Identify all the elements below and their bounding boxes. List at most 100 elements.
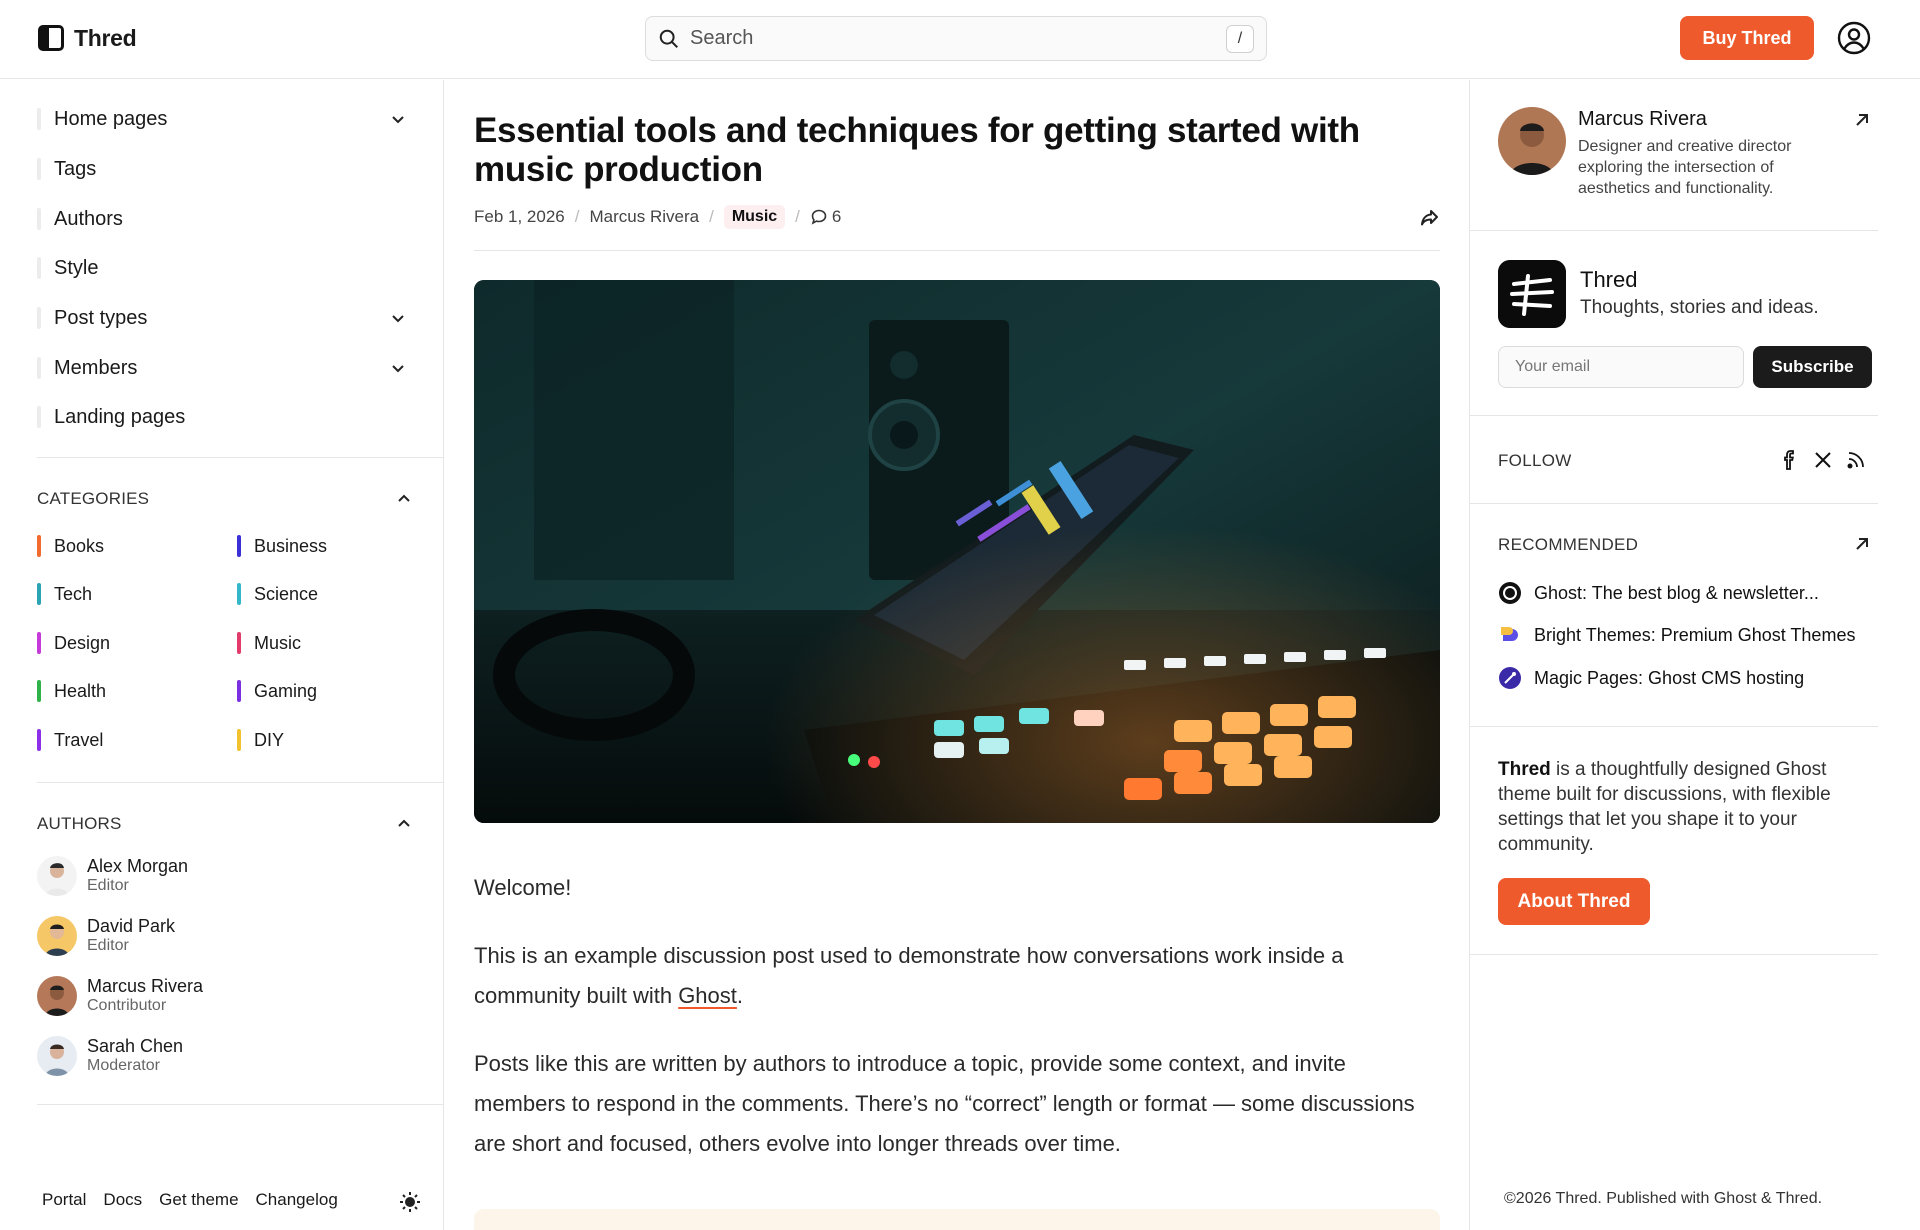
ghost-link[interactable]: Ghost [678, 983, 737, 1008]
category-gaming[interactable]: Gaming [237, 677, 317, 705]
facebook-icon[interactable] [1779, 450, 1799, 470]
footer-links: Portal Docs Get theme Changelog [42, 1190, 338, 1210]
nav-label: Tags [54, 157, 97, 180]
footer-link-portal[interactable]: Portal [42, 1190, 86, 1210]
account-icon[interactable] [1837, 21, 1871, 55]
author-david-park[interactable]: David Park Editor [37, 914, 175, 958]
search-box[interactable]: Search / [645, 16, 1267, 61]
bright-themes-icon [1501, 627, 1518, 641]
search-placeholder: Search [690, 27, 754, 49]
category-tech[interactable]: Tech [37, 580, 92, 608]
email-input[interactable]: Your email [1498, 346, 1744, 388]
chevron-down-icon [392, 365, 404, 373]
nav-item-style[interactable]: Style [37, 253, 417, 283]
copyright: ©2026 Thred. Published with Ghost & Thre… [1504, 1190, 1823, 1207]
nav-label: Authors [54, 207, 123, 230]
category-science[interactable]: Science [237, 580, 318, 608]
category-diy[interactable]: DIY [237, 726, 284, 754]
chevron-down-icon [392, 116, 404, 124]
chevron-up-icon[interactable] [395, 814, 413, 832]
nav-item-home-pages[interactable]: Home pages [37, 104, 417, 134]
publication-description: Thoughts, stories and ideas. [1580, 297, 1819, 318]
author-marcus-rivera[interactable]: Marcus Rivera Contributor [37, 974, 203, 1018]
nav-label: Post types [54, 306, 148, 329]
author-avatar[interactable] [1498, 107, 1566, 175]
recommended-label: RECOMMENDED [1498, 535, 1639, 554]
search-shortcut-key: / [1226, 24, 1254, 53]
recommended-item-ghost[interactable]: Ghost: The best blog & newsletter... [1498, 580, 1819, 606]
about-button[interactable]: About Thred [1498, 878, 1650, 925]
avatar [37, 976, 77, 1016]
divider [1470, 415, 1878, 416]
left-sidebar: Home pages Tags Authors Style Post types… [0, 80, 444, 1230]
follow-label: FOLLOW [1498, 451, 1572, 470]
post-content: Essential tools and techniques for getti… [474, 80, 1440, 1230]
categories-heading: CATEGORIES [37, 489, 150, 508]
comment-count[interactable]: 6 [832, 207, 841, 227]
category-travel[interactable]: Travel [37, 726, 103, 754]
chevron-up-icon[interactable] [395, 489, 413, 507]
author-alex-morgan[interactable]: Alex Morgan Editor [37, 854, 188, 898]
category-music[interactable]: Music [237, 629, 301, 657]
logo-icon [38, 25, 64, 51]
post-paragraph-1: This is an example discussion post used … [474, 943, 1344, 1008]
callout-box [474, 1209, 1440, 1230]
chevron-down-icon [392, 315, 404, 323]
x-icon[interactable] [1813, 450, 1833, 470]
divider [1470, 503, 1878, 504]
divider [37, 1104, 444, 1105]
avatar [37, 856, 77, 896]
arrow-up-right-icon[interactable] [1853, 535, 1871, 553]
recommended-item-magic-pages[interactable]: Magic Pages: Ghost CMS hosting [1498, 665, 1804, 691]
rss-icon[interactable] [1846, 450, 1866, 470]
site-logo[interactable]: Thred [38, 22, 137, 54]
author-sarah-chen[interactable]: Sarah Chen Moderator [37, 1034, 183, 1078]
divider [37, 457, 444, 458]
divider [1470, 954, 1878, 955]
profile-name[interactable]: Marcus Rivera [1578, 108, 1707, 131]
comment-icon [811, 209, 827, 225]
nav-item-landing-pages[interactable]: Landing pages [37, 402, 417, 432]
nav-label: Members [54, 356, 138, 379]
hero-image [474, 280, 1440, 823]
post-author-link[interactable]: Marcus Rivera [589, 207, 699, 227]
footer-link-docs[interactable]: Docs [103, 1190, 142, 1210]
avatar [37, 916, 77, 956]
nav-label: Home pages [54, 107, 168, 130]
post-tag[interactable]: Music [723, 205, 786, 229]
divider [1470, 726, 1878, 727]
ghost-icon [1499, 582, 1521, 604]
right-sidebar: Marcus Rivera Designer and creative dire… [1469, 80, 1920, 1230]
recommended-item-bright-themes[interactable]: Bright Themes: Premium Ghost Themes [1498, 622, 1855, 648]
divider [37, 782, 444, 783]
share-icon[interactable] [1418, 207, 1440, 229]
subscribe-button[interactable]: Subscribe [1753, 346, 1872, 388]
category-design[interactable]: Design [37, 629, 110, 657]
category-books[interactable]: Books [37, 532, 104, 560]
post-welcome: Welcome! [474, 875, 572, 900]
theme-toggle-sun-icon[interactable] [399, 1191, 421, 1213]
nav-item-tags[interactable]: Tags [37, 154, 417, 184]
avatar [37, 1036, 77, 1076]
arrow-up-right-icon[interactable] [1853, 111, 1871, 129]
logo-text: Thred [74, 24, 137, 51]
magic-pages-icon [1499, 667, 1521, 689]
footer-link-changelog[interactable]: Changelog [256, 1190, 338, 1210]
post-title: Essential tools and techniques for getti… [474, 111, 1360, 189]
buy-button[interactable]: Buy Thred [1680, 16, 1814, 60]
post-meta: Feb 1, 2026 / Marcus Rivera / Music / 6 [474, 203, 1440, 231]
footer-link-get-theme[interactable]: Get theme [159, 1190, 238, 1210]
nav-item-members[interactable]: Members [37, 353, 417, 383]
nav-item-post-types[interactable]: Post types [37, 303, 417, 333]
nav-item-authors[interactable]: Authors [37, 204, 417, 234]
category-health[interactable]: Health [37, 677, 106, 705]
divider [474, 250, 1440, 251]
profile-bio: Designer and creative director exploring… [1578, 138, 1792, 197]
nav-label: Style [54, 256, 99, 279]
post-date: Feb 1, 2026 [474, 207, 565, 226]
post-paragraph-2: Posts like this are written by authors t… [474, 1051, 1415, 1156]
top-header: Thred Search / Buy Thred [0, 0, 1920, 79]
category-business[interactable]: Business [237, 532, 327, 560]
publication-name: Thred [1580, 267, 1638, 292]
publication-logo [1498, 260, 1566, 328]
